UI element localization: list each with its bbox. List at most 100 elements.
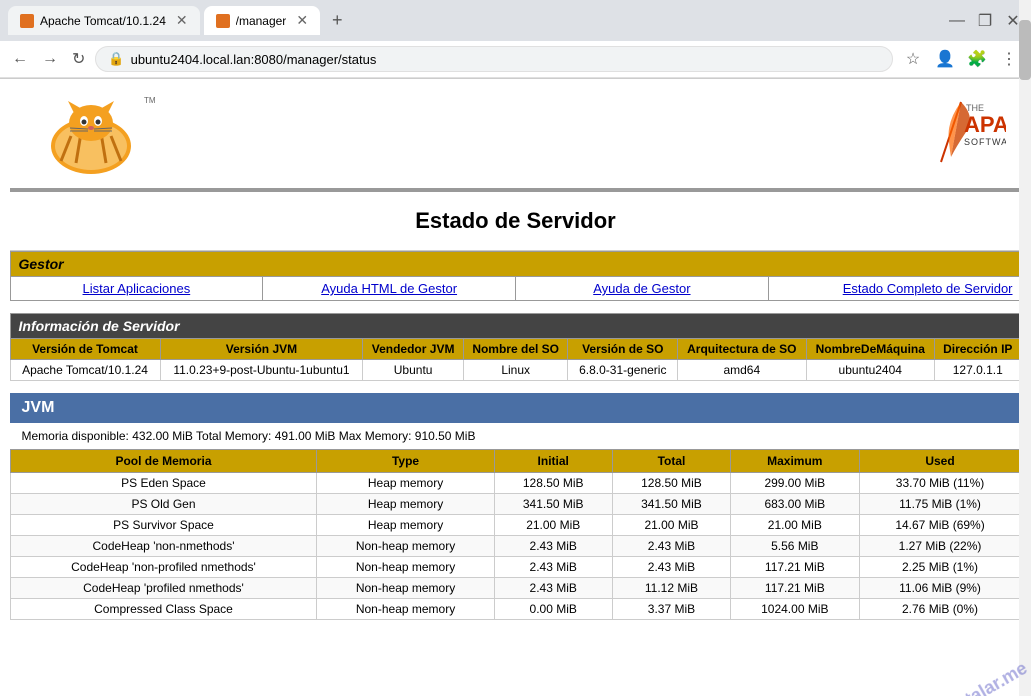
window-controls: — ❐ ✕ [947, 11, 1023, 31]
mem-used-0: 33.70 MiB (11%) [859, 473, 1021, 494]
gestor-table: Gestor Listar Aplicaciones Ayuda HTML de… [10, 251, 1022, 301]
restore-button[interactable]: ❐ [975, 11, 995, 31]
os-arch-value: amd64 [678, 360, 806, 381]
tab1-close[interactable]: ✕ [176, 12, 188, 29]
mem-pool-3: CodeHeap 'non-nmethods' [10, 536, 317, 557]
svg-text:APACHE: APACHE [964, 112, 1006, 137]
browser-tab-2[interactable]: /manager ✕ [204, 6, 320, 35]
ayuda-html-link[interactable]: Ayuda HTML de Gestor [321, 281, 457, 296]
mem-type-0: Heap memory [317, 473, 494, 494]
reload-button[interactable]: ↻ [68, 45, 89, 73]
mem-type-2: Heap memory [317, 515, 494, 536]
mem-initial-2: 21.00 MiB [494, 515, 612, 536]
address-bar[interactable]: 🔒 [95, 46, 893, 72]
mem-used-5: 11.06 MiB (9%) [859, 578, 1021, 599]
col-jvm-vendor: Vendedor JVM [363, 339, 463, 360]
col-os-name: Nombre del SO [463, 339, 568, 360]
mem-col-initial: Initial [494, 450, 612, 473]
memory-row-5: CodeHeap 'profiled nmethods'Non-heap mem… [10, 578, 1021, 599]
profile-icon[interactable]: 👤 [931, 45, 959, 73]
browser-titlebar: Apache Tomcat/10.1.24 ✕ /manager ✕ + — ❐… [0, 0, 1031, 41]
nav-estado-completo[interactable]: Estado Completo de Servidor [768, 277, 1021, 301]
tab1-icon [20, 14, 34, 28]
bookmark-icon[interactable]: ☆ [899, 45, 927, 73]
tab2-close[interactable]: ✕ [296, 12, 308, 29]
nav-listar[interactable]: Listar Aplicaciones [10, 277, 263, 301]
apache-logo: THE APACHE SOFTWARE FOUNDATION [786, 97, 1006, 170]
os-name-value: Linux [463, 360, 568, 381]
mem-total-3: 2.43 MiB [612, 536, 730, 557]
mem-type-5: Non-heap memory [317, 578, 494, 599]
mem-initial-1: 341.50 MiB [494, 494, 612, 515]
address-input[interactable] [131, 52, 880, 67]
ip-value: 127.0.1.1 [934, 360, 1021, 381]
mem-initial-5: 2.43 MiB [494, 578, 612, 599]
mem-used-2: 14.67 MiB (69%) [859, 515, 1021, 536]
col-tomcat-version: Versión de Tomcat [10, 339, 160, 360]
info-section-header: Información de Servidor [10, 314, 1021, 339]
page-title: Estado de Servidor [10, 192, 1022, 251]
browser-tab-1[interactable]: Apache Tomcat/10.1.24 ✕ [8, 6, 200, 35]
tomcat-logo: TM [26, 91, 156, 176]
jvm-vendor-value: Ubuntu [363, 360, 463, 381]
nav-ayuda[interactable]: Ayuda de Gestor [516, 277, 769, 301]
mem-used-6: 2.76 MiB (0%) [859, 599, 1021, 620]
mem-used-3: 1.27 MiB (22%) [859, 536, 1021, 557]
mem-total-1: 341.50 MiB [612, 494, 730, 515]
mem-col-used: Used [859, 450, 1021, 473]
memory-table: Pool de Memoria Type Initial Total Maxim… [10, 449, 1022, 620]
mem-pool-5: CodeHeap 'profiled nmethods' [10, 578, 317, 599]
mem-type-1: Heap memory [317, 494, 494, 515]
tab2-label: /manager [236, 14, 287, 28]
estado-completo-link[interactable]: Estado Completo de Servidor [843, 281, 1013, 296]
scrollbar[interactable] [1019, 0, 1031, 696]
scrollbar-thumb[interactable] [1019, 20, 1031, 80]
mem-type-6: Non-heap memory [317, 599, 494, 620]
mem-used-4: 2.25 MiB (1%) [859, 557, 1021, 578]
mem-pool-6: Compressed Class Space [10, 599, 317, 620]
browser-chrome: Apache Tomcat/10.1.24 ✕ /manager ✕ + — ❐… [0, 0, 1031, 79]
forward-button[interactable]: → [38, 46, 62, 72]
mem-col-maximum: Maximum [731, 450, 859, 473]
nav-ayuda-html[interactable]: Ayuda HTML de Gestor [263, 277, 516, 301]
svg-text:TM: TM [144, 96, 156, 105]
mem-pool-4: CodeHeap 'non-profiled nmethods' [10, 557, 317, 578]
lock-icon: 🔒 [108, 51, 124, 67]
gestor-header: Gestor [10, 252, 1021, 277]
mem-col-total: Total [612, 450, 730, 473]
mem-total-5: 11.12 MiB [612, 578, 730, 599]
mem-maximum-4: 117.21 MiB [731, 557, 859, 578]
mem-type-4: Non-heap memory [317, 557, 494, 578]
ayuda-link[interactable]: Ayuda de Gestor [593, 281, 690, 296]
mem-maximum-3: 5.56 MiB [731, 536, 859, 557]
mem-col-type: Type [317, 450, 494, 473]
extensions-icon[interactable]: 🧩 [963, 45, 991, 73]
mem-pool-2: PS Survivor Space [10, 515, 317, 536]
mem-total-4: 2.43 MiB [612, 557, 730, 578]
mem-pool-1: PS Old Gen [10, 494, 317, 515]
watermark: cominstalar.me [907, 658, 1031, 696]
mem-pool-0: PS Eden Space [10, 473, 317, 494]
mem-maximum-1: 683.00 MiB [731, 494, 859, 515]
mem-initial-4: 2.43 MiB [494, 557, 612, 578]
mem-total-6: 3.37 MiB [612, 599, 730, 620]
mem-used-1: 11.75 MiB (1%) [859, 494, 1021, 515]
info-table: Información de Servidor Versión de Tomca… [10, 313, 1022, 381]
listar-link[interactable]: Listar Aplicaciones [83, 281, 191, 296]
page-header: TM THE APACHE SOFTWARE FOUNDATION [10, 79, 1022, 190]
col-ip: Dirección IP [934, 339, 1021, 360]
back-button[interactable]: ← [8, 46, 32, 72]
mem-maximum-0: 299.00 MiB [731, 473, 859, 494]
col-os-arch: Arquitectura de SO [678, 339, 806, 360]
new-tab-button[interactable]: + [324, 6, 351, 35]
memory-row-2: PS Survivor SpaceHeap memory21.00 MiB21.… [10, 515, 1021, 536]
minimize-button[interactable]: — [947, 11, 967, 31]
col-jvm-version: Versión JVM [160, 339, 363, 360]
memory-row-3: CodeHeap 'non-nmethods'Non-heap memory2.… [10, 536, 1021, 557]
memory-info: Memoria disponible: 432.00 MiB Total Mem… [10, 423, 1022, 449]
mem-maximum-5: 117.21 MiB [731, 578, 859, 599]
mem-initial-6: 0.00 MiB [494, 599, 612, 620]
memory-row-1: PS Old GenHeap memory341.50 MiB341.50 Mi… [10, 494, 1021, 515]
tab1-label: Apache Tomcat/10.1.24 [40, 14, 166, 28]
hostname-value: ubuntu2404 [806, 360, 934, 381]
